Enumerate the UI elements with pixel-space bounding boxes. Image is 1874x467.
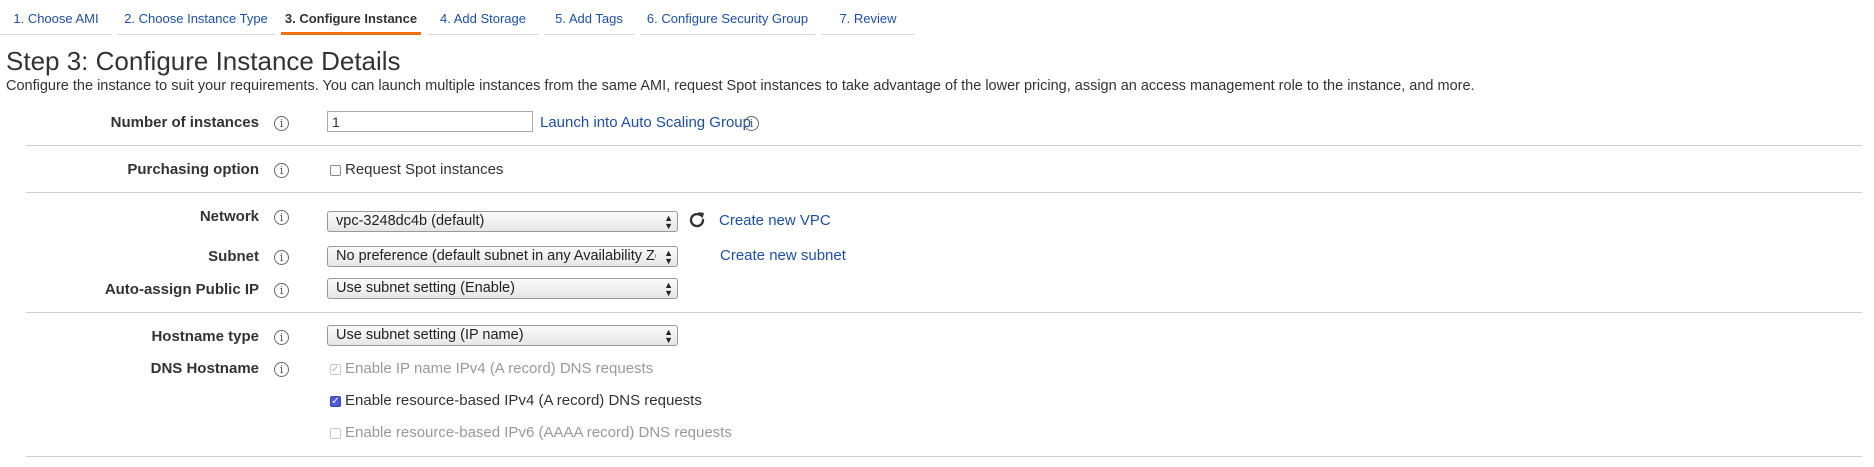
enable-resource-ipv6-label: Enable resource-based IPv6 (AAAA record)… — [345, 424, 732, 441]
info-icon[interactable]: i — [274, 210, 289, 225]
page-description: Configure the instance to suit your requ… — [6, 78, 1475, 94]
select-arrows-icon: ▲ ▼ — [664, 280, 673, 298]
info-icon[interactable]: i — [274, 330, 289, 345]
divider — [26, 312, 1862, 313]
auto-assign-public-ip-select[interactable]: Use subnet setting (Enable) ▲ ▼ — [327, 278, 678, 299]
page-title: Step 3: Configure Instance Details — [6, 46, 401, 76]
divider — [26, 192, 1862, 193]
info-icon[interactable]: i — [274, 250, 289, 265]
auto-assign-public-ip-label: Auto-assign Public IP — [104, 281, 259, 298]
tab-add-tags[interactable]: 5. Add Tags — [544, 0, 634, 35]
request-spot-label: Request Spot instances — [345, 161, 504, 178]
subnet-select[interactable]: No preference (default subnet in any Ava… — [327, 246, 678, 267]
launch-auto-scaling-link[interactable]: Launch into Auto Scaling Group — [540, 114, 751, 131]
info-icon[interactable]: i — [274, 116, 289, 131]
tab-configure-security-group[interactable]: 6. Configure Security Group — [640, 0, 815, 35]
create-new-subnet-link[interactable]: Create new subnet — [720, 247, 846, 264]
select-arrows-icon: ▲ ▼ — [664, 213, 673, 231]
info-icon[interactable]: i — [274, 283, 289, 298]
tab-review[interactable]: 7. Review — [822, 0, 914, 35]
tab-choose-ami[interactable]: 1. Choose AMI — [0, 0, 112, 35]
network-select[interactable]: vpc-3248dc4b (default) ▲ ▼ — [327, 211, 678, 232]
network-label: Network — [199, 208, 259, 225]
purchasing-option-label: Purchasing option — [127, 161, 259, 178]
subnet-label: Subnet — [208, 248, 259, 265]
dns-hostname-label: DNS Hostname — [150, 360, 259, 377]
select-arrows-icon: ▲ ▼ — [664, 327, 673, 345]
info-icon[interactable]: i — [274, 362, 289, 377]
enable-ip-name-ipv4-label: Enable IP name IPv4 (A record) DNS reque… — [345, 360, 654, 377]
auto-assign-public-ip-value: Use subnet setting (Enable) — [336, 280, 515, 296]
create-new-vpc-link[interactable]: Create new VPC — [719, 212, 831, 229]
enable-resource-ipv4-checkbox[interactable]: ✓ — [330, 396, 341, 407]
hostname-type-select[interactable]: Use subnet setting (IP name) ▲ ▼ — [327, 325, 678, 346]
enable-resource-ipv6-checkbox[interactable] — [330, 428, 341, 439]
tab-choose-instance-type[interactable]: 2. Choose Instance Type — [117, 0, 275, 35]
enable-resource-ipv4-label: Enable resource-based IPv4 (A record) DN… — [345, 392, 702, 409]
refresh-icon[interactable] — [687, 210, 707, 230]
tab-add-storage[interactable]: 4. Add Storage — [428, 0, 538, 35]
select-arrows-icon: ▲ ▼ — [664, 248, 673, 266]
tab-configure-instance[interactable]: 3. Configure Instance — [281, 0, 421, 35]
hostname-type-value: Use subnet setting (IP name) — [336, 327, 524, 343]
enable-ip-name-ipv4-checkbox[interactable]: ✓ — [330, 364, 341, 375]
network-select-value: vpc-3248dc4b (default) — [336, 213, 485, 229]
request-spot-checkbox[interactable] — [330, 165, 341, 176]
divider — [26, 145, 1862, 146]
number-of-instances-input[interactable] — [327, 111, 533, 132]
info-icon[interactable]: i — [274, 163, 289, 178]
wizard-tabs: 1. Choose AMI 2. Choose Instance Type 3.… — [0, 0, 1874, 36]
info-icon[interactable]: i — [744, 116, 759, 131]
subnet-select-value: No preference (default subnet in any Ava… — [336, 248, 656, 264]
divider — [26, 456, 1862, 457]
hostname-type-label: Hostname type — [151, 328, 259, 345]
number-of-instances-label: Number of instances — [110, 114, 259, 131]
